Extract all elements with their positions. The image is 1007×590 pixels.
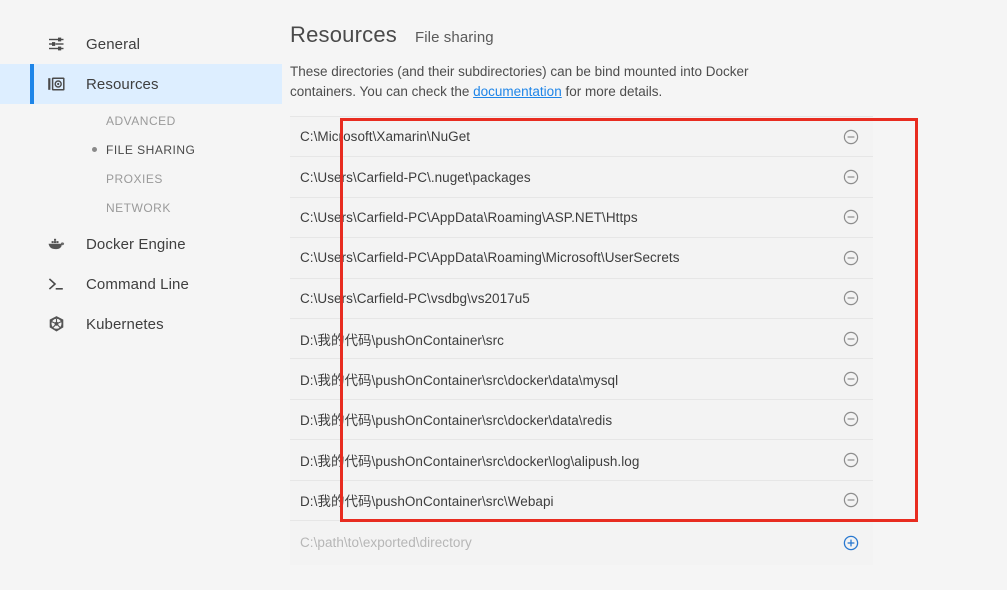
- docker-whale-icon: [46, 234, 66, 254]
- sidebar-item-resources-label: Resources: [86, 75, 159, 93]
- file-sharing-path[interactable]: C:\Microsoft\Xamarin\NuGet: [300, 129, 831, 144]
- sidebar-item-kubernetes-label: Kubernetes: [86, 315, 164, 333]
- settings-content-pane: Resources File sharing These directories…: [282, 0, 1007, 590]
- file-sharing-row: D:\我的代码\pushOnContainer\src\docker\data\…: [290, 399, 873, 441]
- sidebar-item-general-label: General: [86, 35, 141, 53]
- subnav-item-proxies-label: PROXIES: [106, 171, 163, 186]
- sidebar-item-general[interactable]: General: [0, 24, 282, 64]
- subnav-item-advanced-label: ADVANCED: [106, 113, 176, 128]
- minus-circle-icon[interactable]: [843, 411, 859, 427]
- subnav-item-network[interactable]: NETWORK: [0, 193, 282, 222]
- file-sharing-row: D:\我的代码\pushOnContainer\src\Webapi: [290, 480, 873, 521]
- minus-circle-icon[interactable]: [843, 169, 859, 185]
- sidebar-item-command-line-label: Command Line: [86, 275, 189, 293]
- kubernetes-helm-icon: [46, 314, 66, 334]
- file-sharing-row: D:\我的代码\pushOnContainer\src: [290, 318, 873, 360]
- file-sharing-path[interactable]: C:\Users\Carfield-PC\vsdbg\vs2017u5: [300, 291, 831, 306]
- minus-circle-icon[interactable]: [843, 290, 859, 306]
- file-sharing-list-wrapper: C:\Microsoft\Xamarin\NuGet C:\Users\Carfi…: [290, 116, 873, 565]
- file-sharing-path[interactable]: D:\我的代码\pushOnContainer\src\docker\log\a…: [300, 450, 831, 470]
- add-directory-row: C:\path\to\exported\directory: [290, 520, 873, 565]
- new-directory-input[interactable]: C:\path\to\exported\directory: [300, 535, 831, 550]
- subnav-item-file-sharing-label: FILE SHARING: [106, 142, 196, 157]
- file-sharing-row: D:\我的代码\pushOnContainer\src\docker\log\a…: [290, 440, 873, 481]
- subnav-item-proxies[interactable]: PROXIES: [0, 164, 282, 193]
- documentation-link[interactable]: documentation: [473, 84, 562, 99]
- sidebar-item-command-line[interactable]: Command Line: [0, 264, 282, 304]
- resources-subnav: ADVANCED FILE SHARING PROXIES NETWORK: [0, 106, 282, 222]
- sidebar-item-docker-engine-label: Docker Engine: [86, 235, 186, 253]
- file-sharing-row: C:\Users\Carfield-PC\AppData\Roaming\Mic…: [290, 238, 873, 279]
- terminal-prompt-icon: [46, 274, 66, 294]
- sliders-icon: [46, 34, 66, 54]
- sidebar-item-docker-engine[interactable]: Docker Engine: [0, 224, 282, 264]
- minus-circle-icon[interactable]: [843, 371, 859, 387]
- subnav-item-network-label: NETWORK: [106, 200, 171, 215]
- sidebar-item-resources[interactable]: Resources: [0, 64, 282, 104]
- file-sharing-row: C:\Users\Carfield-PC\vsdbg\vs2017u5: [290, 278, 873, 319]
- file-sharing-path[interactable]: D:\我的代码\pushOnContainer\src: [300, 329, 831, 349]
- file-sharing-path[interactable]: C:\Users\Carfield-PC\AppData\Roaming\ASP…: [300, 210, 831, 225]
- plus-circle-icon[interactable]: [843, 535, 859, 551]
- file-sharing-row: D:\我的代码\pushOnContainer\src\docker\data\…: [290, 359, 873, 400]
- page-title: Resources: [290, 22, 397, 47]
- file-sharing-path[interactable]: D:\我的代码\pushOnContainer\src\docker\data\…: [300, 369, 831, 389]
- subnav-item-advanced[interactable]: ADVANCED: [0, 106, 282, 135]
- file-sharing-row: C:\Users\Carfield-PC\.nuget\packages: [290, 157, 873, 198]
- page-description: These directories (and their subdirector…: [290, 62, 810, 102]
- file-sharing-path[interactable]: C:\Users\Carfield-PC\.nuget\packages: [300, 170, 831, 185]
- resources-box-icon: [46, 74, 66, 94]
- minus-circle-icon[interactable]: [843, 492, 859, 508]
- settings-sidebar: General Resources ADVANCED FILE SHARING: [0, 0, 282, 590]
- docker-desktop-settings-window: General Resources ADVANCED FILE SHARING: [0, 0, 1007, 590]
- file-sharing-list: C:\Microsoft\Xamarin\NuGet C:\Users\Carfi…: [290, 116, 873, 521]
- active-bullet-icon: [92, 147, 97, 152]
- page-header: Resources File sharing: [290, 22, 1007, 48]
- file-sharing-path[interactable]: C:\Users\Carfield-PC\AppData\Roaming\Mic…: [300, 250, 831, 265]
- minus-circle-icon[interactable]: [843, 129, 859, 145]
- subnav-item-file-sharing[interactable]: FILE SHARING: [0, 135, 282, 164]
- minus-circle-icon[interactable]: [843, 209, 859, 225]
- file-sharing-row: C:\Microsoft\Xamarin\NuGet: [290, 117, 873, 158]
- file-sharing-path[interactable]: D:\我的代码\pushOnContainer\src\Webapi: [300, 490, 831, 510]
- description-text-after-link: for more details.: [561, 84, 663, 99]
- minus-circle-icon[interactable]: [843, 452, 859, 468]
- minus-circle-icon[interactable]: [843, 250, 859, 266]
- page-subtitle: File sharing: [414, 29, 494, 46]
- file-sharing-path[interactable]: D:\我的代码\pushOnContainer\src\docker\data\…: [300, 409, 831, 429]
- minus-circle-icon[interactable]: [843, 331, 859, 347]
- sidebar-item-kubernetes[interactable]: Kubernetes: [0, 304, 282, 344]
- file-sharing-row: C:\Users\Carfield-PC\AppData\Roaming\ASP…: [290, 197, 873, 239]
